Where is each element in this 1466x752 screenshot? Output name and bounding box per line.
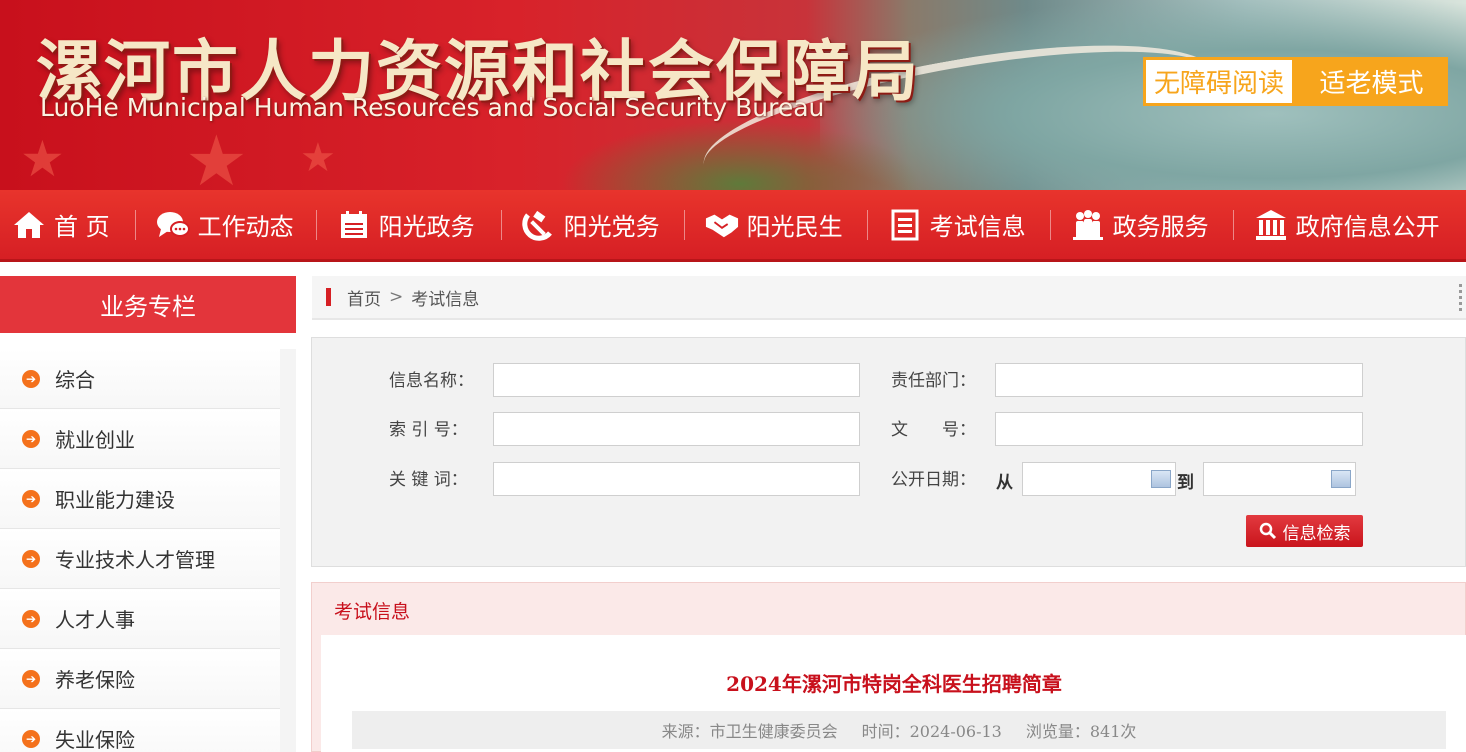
home-icon — [12, 208, 46, 242]
nav-divider — [315, 209, 317, 240]
accessibility-toolbar: 无障碍阅读 适老模式 — [1143, 57, 1448, 106]
nav-item-livelihood[interactable]: 阳光民生 — [705, 189, 843, 261]
nav-item-home[interactable]: 首 页 — [12, 189, 110, 261]
nav-item-exam-info[interactable]: 考试信息 — [888, 189, 1026, 261]
sidebar-item-unemployment[interactable]: ➔ 失业保险 — [0, 709, 280, 752]
nav-divider — [500, 209, 502, 240]
department-label: 责任部门： — [891, 371, 976, 391]
arrow-right-icon: ➔ — [22, 369, 40, 388]
search-submit-button[interactable]: 信息检索 — [1246, 515, 1363, 547]
nav-item-gov-services[interactable]: 政务服务 — [1071, 189, 1209, 261]
nav-item-work-news[interactable]: 工作动态 — [156, 189, 294, 261]
article-source: 来源：市卫生健康委员会 — [661, 722, 838, 741]
article-title: 2024年漯河市特岗全科医生招聘简章 — [726, 672, 1062, 696]
calendar-icon[interactable] — [1151, 470, 1171, 488]
department-input[interactable] — [995, 363, 1363, 397]
nav-label: 首 页 — [54, 213, 110, 241]
arrow-right-icon: ➔ — [22, 729, 40, 748]
nav-label: 阳光民生 — [746, 213, 843, 241]
publish-date-label: 公开日期： — [891, 470, 976, 490]
sidebar-item-technical-talent[interactable]: ➔ 专业技术人才管理 — [0, 529, 280, 589]
accessibility-reading-button[interactable]: 无障碍阅读 — [1143, 57, 1295, 106]
search-submit-label: 信息检索 — [1282, 523, 1351, 544]
sidebar-item-label: 综合 — [55, 368, 95, 392]
elder-mode-button[interactable]: 适老模式 — [1295, 57, 1448, 106]
calendar-icon — [337, 208, 371, 242]
handshake-icon — [705, 208, 739, 242]
star-icon: ★ — [185, 120, 248, 190]
main-nav: 首 页 工作动态 阳光政务 阳光党务 阳光民生 考试信息 政务服务 政府信息公开 — [0, 190, 1466, 262]
breadcrumb-marker — [326, 288, 331, 306]
nav-divider — [134, 209, 136, 240]
nav-divider — [1232, 209, 1234, 240]
info-name-input[interactable] — [493, 363, 860, 397]
chat-bubbles-icon — [156, 208, 190, 242]
nav-item-gov-affairs[interactable]: 阳光政务 — [337, 189, 475, 261]
arrow-right-icon: ➔ — [22, 609, 40, 628]
sidebar-item-general[interactable]: ➔ 综合 — [0, 349, 280, 409]
date-to-label: 到 — [1177, 473, 1194, 493]
sidebar-list: ➔ 综合 ➔ 就业创业 ➔ 职业能力建设 ➔ 专业技术人才管理 ➔ 人才人事 ➔… — [0, 349, 296, 752]
index-number-input[interactable] — [493, 412, 860, 446]
nav-item-info-disclosure[interactable]: 政府信息公开 — [1254, 189, 1440, 261]
document-number-input[interactable] — [995, 412, 1363, 446]
sidebar-item-label: 失业保险 — [55, 728, 135, 752]
calendar-icon[interactable] — [1331, 470, 1351, 488]
nav-divider — [1049, 209, 1051, 240]
exam-info-panel: 考试信息 2024年漯河市特岗全科医生招聘简章 来源：市卫生健康委员会 时间：2… — [311, 582, 1466, 752]
star-icon: ★ — [300, 135, 336, 181]
date-to-input[interactable] — [1203, 462, 1356, 496]
sidebar-item-label: 就业创业 — [55, 428, 135, 452]
sidebar-item-vocational-skills[interactable]: ➔ 职业能力建设 — [0, 469, 280, 529]
breadcrumb-current: 考试信息 — [411, 289, 480, 310]
panel-body: 2024年漯河市特岗全科医生招聘简章 来源：市卫生健康委员会 时间：2024-0… — [321, 635, 1466, 752]
breadcrumb: 首页 > 考试信息 — [312, 276, 1466, 320]
nav-label: 阳光政务 — [378, 213, 475, 241]
breadcrumb-home-link[interactable]: 首页 — [347, 285, 381, 310]
date-from-label: 从 — [996, 473, 1013, 493]
date-from-input[interactable] — [1022, 462, 1176, 496]
nav-label: 工作动态 — [197, 213, 294, 241]
nav-divider — [683, 209, 685, 240]
hammer-sickle-icon — [521, 208, 556, 242]
more-dots-icon — [1459, 284, 1462, 312]
keyword-label: 关 键 词： — [389, 470, 468, 490]
site-subtitle: LuoHe Municipal Human Resources and Soci… — [40, 93, 825, 122]
arrow-right-icon: ➔ — [22, 489, 40, 508]
breadcrumb-separator: > — [389, 287, 404, 307]
nav-divider — [866, 209, 868, 240]
sidebar-title: 业务专栏 — [0, 276, 296, 333]
government-building-icon — [1254, 208, 1288, 242]
info-name-label: 信息名称： — [389, 371, 474, 391]
document-number-label: 文 号： — [891, 420, 976, 440]
nav-label: 考试信息 — [929, 213, 1026, 241]
search-form: 信息名称： 责任部门： 索 引 号： 文 号： 关 键 词： 公开日期： 从 到… — [311, 337, 1466, 567]
sidebar-item-employment[interactable]: ➔ 就业创业 — [0, 409, 280, 469]
sidebar-item-label: 专业技术人才管理 — [55, 548, 215, 572]
article-meta: 来源：市卫生健康委员会 时间：2024-06-13 浏览量：841次 — [352, 711, 1446, 749]
nav-label: 政府信息公开 — [1295, 213, 1440, 241]
arrow-right-icon: ➔ — [22, 429, 40, 448]
arrow-right-icon: ➔ — [22, 669, 40, 688]
sidebar-item-label: 职业能力建设 — [55, 488, 175, 512]
article-views: 浏览量：841次 — [1025, 722, 1137, 741]
document-icon — [888, 208, 922, 242]
search-icon — [1259, 522, 1276, 540]
sidebar-item-label: 人才人事 — [55, 608, 135, 632]
nav-label: 阳光党务 — [563, 213, 660, 241]
article-time: 时间：2024-06-13 — [861, 722, 1002, 741]
people-icon — [1071, 208, 1105, 242]
nav-label: 政务服务 — [1112, 213, 1209, 241]
panel-title: 考试信息 — [334, 601, 411, 623]
arrow-right-icon: ➔ — [22, 549, 40, 568]
sidebar-item-label: 养老保险 — [55, 668, 135, 692]
index-number-label: 索 引 号： — [389, 420, 468, 440]
nav-item-party-affairs[interactable]: 阳光党务 — [521, 189, 660, 261]
header-banner: ★ ★ ★ 漯河市人力资源和社会保障局 LuoHe Municipal Huma… — [0, 0, 1466, 190]
star-icon: ★ — [20, 130, 65, 188]
sidebar-item-personnel[interactable]: ➔ 人才人事 — [0, 589, 280, 649]
sidebar-item-pension[interactable]: ➔ 养老保险 — [0, 649, 280, 709]
keyword-input[interactable] — [493, 462, 860, 496]
